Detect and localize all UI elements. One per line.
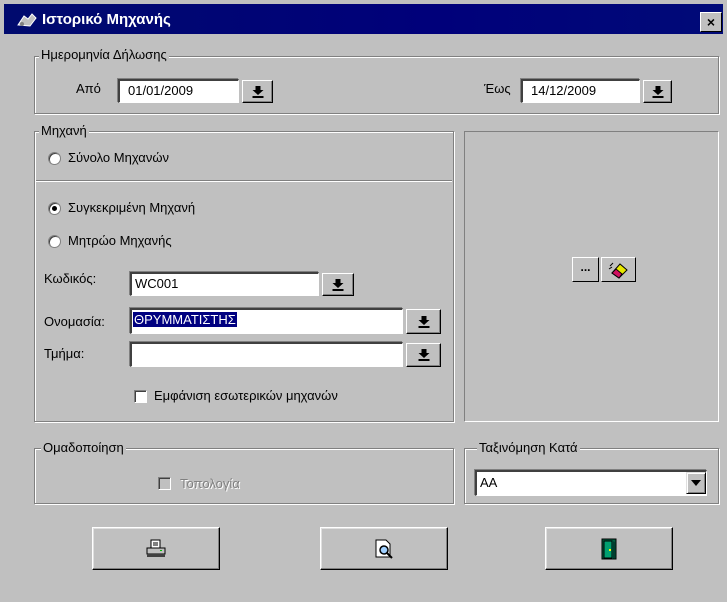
arrow-down-icon — [332, 278, 344, 291]
name-label: Ονομασία: — [44, 314, 105, 329]
radio-specific-machine-label[interactable]: Συγκεκριμένη Μηχανή — [68, 200, 195, 215]
divider — [36, 180, 452, 182]
arrow-down-icon — [418, 315, 429, 328]
window-title: Ιστορικό Μηχανής — [42, 11, 171, 28]
department-field[interactable] — [130, 342, 403, 367]
close-button[interactable]: × — [700, 12, 722, 32]
sort-selected-value: ΑΑ — [480, 475, 498, 490]
date-group-legend: Ημερομηνία Δήλωσης — [39, 47, 169, 62]
radio-machine-registry[interactable] — [48, 235, 61, 248]
print-preview-button[interactable] — [320, 527, 448, 570]
printer-icon — [146, 539, 166, 557]
clear-button[interactable] — [601, 257, 636, 282]
print-preview-icon — [375, 539, 393, 559]
name-dropdown-button[interactable] — [406, 309, 441, 334]
code-dropdown-button[interactable] — [322, 273, 354, 296]
chevron-down-icon — [691, 480, 701, 486]
from-label: Από — [76, 81, 101, 96]
to-date-field[interactable]: 14/12/2009 — [521, 79, 640, 103]
radio-machine-registry-label[interactable]: Μητρώο Μηχανής — [68, 233, 172, 248]
from-date-dropdown-button[interactable] — [242, 80, 273, 103]
topology-checkbox[interactable] — [158, 477, 171, 490]
name-field[interactable]: ΘΡΥΜΜΑΤΙΣΤΗΣ — [130, 308, 403, 334]
exit-door-icon — [601, 538, 617, 559]
radio-selected-dot — [52, 206, 57, 211]
topology-label: Τοπολογία — [180, 476, 240, 491]
arrow-down-icon — [652, 85, 663, 98]
show-internal-checkbox[interactable] — [134, 390, 147, 403]
app-icon — [17, 13, 37, 27]
name-field-selected-text: ΘΡΥΜΜΑΤΙΣΤΗΣ — [133, 312, 237, 327]
arrow-down-icon — [252, 85, 263, 98]
radio-all-machines[interactable] — [48, 152, 61, 165]
title-bar[interactable]: Ιστορικό Μηχανής × — [4, 4, 723, 34]
grouping-group — [34, 448, 454, 504]
browse-button[interactable]: ... — [572, 257, 599, 282]
code-field[interactable]: WC001 — [130, 272, 319, 296]
show-internal-label[interactable]: Εμφάνιση εσωτερικών μηχανών — [154, 388, 338, 403]
department-dropdown-button[interactable] — [406, 343, 441, 367]
code-label: Κωδικός: — [44, 271, 97, 286]
to-date-dropdown-button[interactable] — [643, 80, 672, 103]
sort-combobox[interactable]: ΑΑ — [475, 470, 707, 496]
machine-group-legend: Μηχανή — [39, 123, 89, 138]
sort-combobox-arrow[interactable] — [686, 472, 706, 494]
arrow-down-icon — [418, 349, 429, 361]
print-button[interactable] — [92, 527, 220, 570]
radio-specific-machine[interactable] — [48, 202, 61, 215]
to-label: Έως — [484, 81, 511, 96]
grouping-group-legend: Ομαδοποίηση — [41, 440, 126, 455]
dialog-window: Ιστορικό Μηχανής × Ημερομηνία Δήλωσης Απ… — [0, 0, 727, 602]
eraser-icon — [608, 262, 628, 279]
exit-button[interactable] — [545, 527, 673, 570]
sort-group-legend: Ταξινόμηση Κατά — [477, 440, 580, 455]
department-label: Τμήμα: — [44, 346, 85, 361]
from-date-field[interactable]: 01/01/2009 — [118, 79, 239, 103]
radio-all-machines-label[interactable]: Σύνολο Μηχανών — [68, 150, 169, 165]
